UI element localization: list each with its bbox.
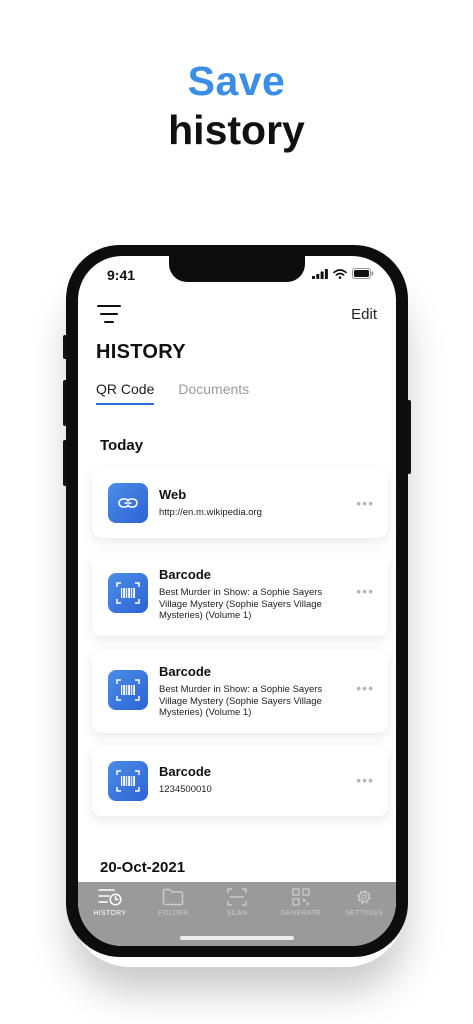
folder-icon <box>163 888 184 906</box>
history-icon <box>97 889 122 906</box>
gear-icon <box>357 890 371 904</box>
cellular-signal-icon <box>312 268 328 279</box>
item-content: Best Murder in Show: a Sophie Sayers Vil… <box>159 587 323 621</box>
volume-down-button <box>63 440 67 486</box>
notch <box>169 256 305 282</box>
nav-label: HISTORY <box>93 910 127 917</box>
section-title-today: Today <box>100 437 144 454</box>
history-item[interactable]: Barcode Best Murder in Show: a Sophie Sa… <box>92 650 388 733</box>
nav-label: FOLDER <box>158 910 189 917</box>
barcode-icon <box>108 761 148 801</box>
mute-switch <box>63 335 67 359</box>
menu-button[interactable] <box>97 304 121 324</box>
headline-accent: Save <box>187 58 286 104</box>
scan-icon <box>227 888 247 906</box>
status-icons <box>312 268 374 279</box>
item-content: http://en.m.wikipedia.org <box>159 507 262 518</box>
home-indicator <box>180 936 294 940</box>
nav-history[interactable]: HISTORY <box>78 882 142 946</box>
more-options-icon[interactable]: ••• <box>356 680 374 696</box>
item-content: 1234500010 <box>159 784 212 795</box>
nav-label: GENERATE <box>280 910 321 917</box>
more-options-icon[interactable]: ••• <box>356 495 374 511</box>
page-title: HISTORY <box>96 341 186 363</box>
tab-qr-code[interactable]: QR Code <box>96 381 155 405</box>
battery-icon <box>352 268 374 279</box>
phone-screen: 9:41 Edit HISTORY QR Code Documents Toda… <box>78 256 396 946</box>
section-title-date: 20-Oct-2021 <box>100 859 186 876</box>
item-type: Web <box>159 487 187 502</box>
item-type: Barcode <box>159 664 212 679</box>
item-type: Barcode <box>159 764 212 779</box>
nav-settings[interactable]: SETTINGS <box>332 882 396 946</box>
history-item[interactable]: Web http://en.m.wikipedia.org ••• <box>92 468 388 538</box>
edit-button[interactable]: Edit <box>351 306 377 323</box>
history-item[interactable]: Barcode 1234500010 ••• <box>92 746 388 816</box>
more-options-icon[interactable]: ••• <box>356 772 374 788</box>
barcode-icon <box>108 573 148 613</box>
wifi-icon <box>333 268 347 279</box>
barcode-icon <box>108 670 148 710</box>
nav-label: SETTINGS <box>345 910 383 917</box>
power-button <box>407 400 411 474</box>
nav-label: SCAN <box>226 910 248 917</box>
tab-documents[interactable]: Documents <box>178 381 249 405</box>
history-item[interactable]: Barcode Best Murder in Show: a Sophie Sa… <box>92 553 388 636</box>
promo-headline: Save history <box>0 58 473 156</box>
item-type: Barcode <box>159 567 212 582</box>
tab-bar: QR Code Documents <box>96 381 249 405</box>
item-content: Best Murder in Show: a Sophie Sayers Vil… <box>159 684 323 718</box>
qr-generate-icon <box>291 888 310 906</box>
status-time: 9:41 <box>107 267 136 283</box>
volume-up-button <box>63 380 67 426</box>
more-options-icon[interactable]: ••• <box>356 583 374 599</box>
link-icon <box>108 483 148 523</box>
filter-menu-icon <box>97 305 121 323</box>
headline-main: history <box>168 107 305 153</box>
